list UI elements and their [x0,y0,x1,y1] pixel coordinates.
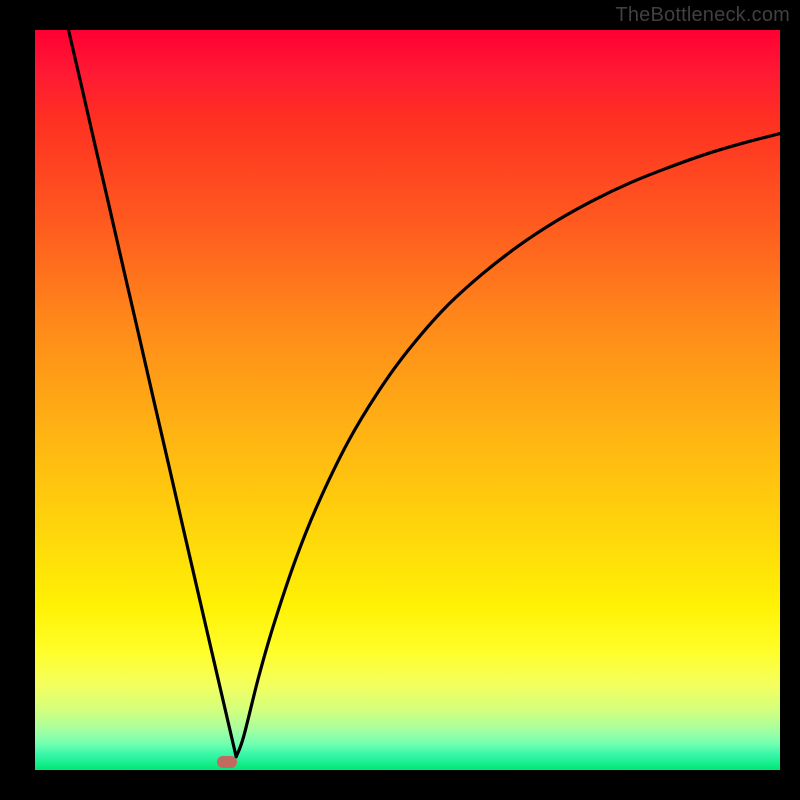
chart-container: TheBottleneck.com [0,0,800,800]
curve-left-branch [69,30,237,757]
curve-svg [35,30,780,770]
watermark-text: TheBottleneck.com [615,4,790,27]
minimum-marker [217,756,237,768]
plot-area [35,30,780,770]
curve-right-branch [236,134,780,757]
